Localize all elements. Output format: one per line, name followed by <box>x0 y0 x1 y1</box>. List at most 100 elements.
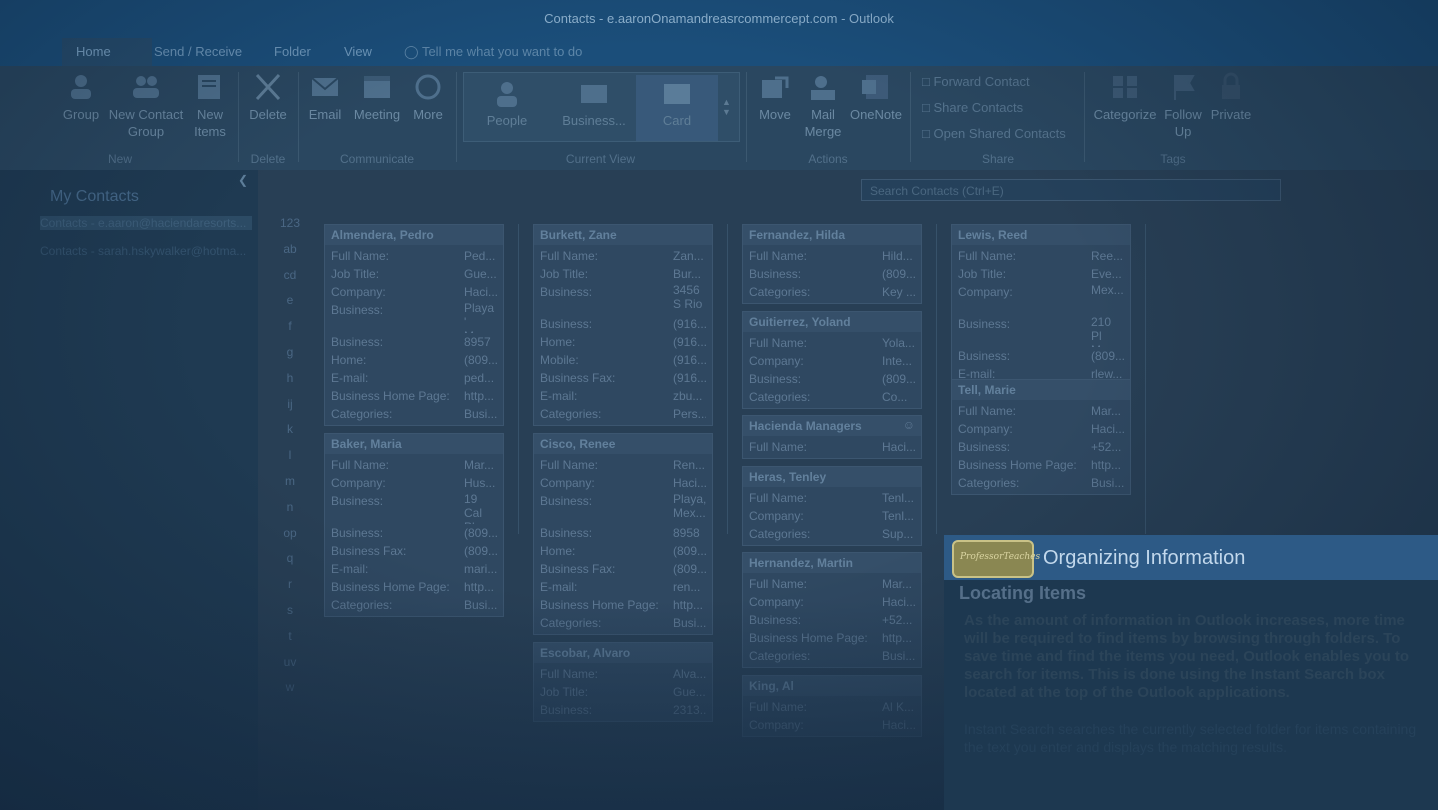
field-value: Gue... <box>464 267 497 281</box>
group-label-share: Share <box>981 152 1015 166</box>
alpha-index-item[interactable]: r <box>280 577 300 591</box>
contact-card[interactable]: Fernandez, Hilda Full Name: Hild... Busines… <box>742 224 922 304</box>
view-people[interactable]: People <box>472 79 542 128</box>
mail-merge-button[interactable]: Mail Merge <box>800 72 846 140</box>
categorize-button[interactable]: Categorize <box>1092 72 1158 123</box>
private-button[interactable]: Private <box>1208 72 1254 123</box>
alpha-index-item[interactable]: l <box>280 448 300 462</box>
contact-card-name[interactable]: Hacienda Managers <box>743 416 921 436</box>
contact-field-row: Company: Tenl... <box>749 507 915 525</box>
field-value: (809... <box>882 267 915 281</box>
contact-card-name[interactable]: Cisco, Renee <box>534 434 712 454</box>
contact-card[interactable]: Heras, Tenley Full Name: Tenl... Company: Te… <box>742 466 922 546</box>
new-contact-group-button[interactable]: New Contact Group <box>106 72 186 140</box>
field-label: Categories: <box>749 649 811 663</box>
move-button[interactable]: Move <box>752 72 798 123</box>
contact-card[interactable]: King, Al Full Name: Al K... Company: Haci... <box>742 675 922 737</box>
share-contacts-button[interactable]: □ Share Contacts <box>922 100 1023 115</box>
field-label: Company: <box>958 285 1013 299</box>
alpha-index-item[interactable]: q <box>280 551 300 565</box>
contact-card-name[interactable]: Hernandez, Martin <box>743 553 921 573</box>
alpha-index-item[interactable]: t <box>280 629 300 643</box>
contact-card-name[interactable]: Lewis, Reed <box>952 225 1130 245</box>
view-business-card[interactable]: Business... <box>554 79 634 128</box>
contact-card-name[interactable]: Baker, Maria <box>325 434 503 454</box>
contact-card[interactable]: Guitierrez, Yoland Full Name: Yola... Compa… <box>742 311 922 409</box>
contact-card-name[interactable]: Fernandez, Hilda <box>743 225 921 245</box>
tell-me-box[interactable]: ◯ Tell me what you want to do <box>404 38 582 66</box>
alpha-index-item[interactable]: n <box>280 500 300 514</box>
field-label: Categories: <box>749 285 811 299</box>
forward-contact-button[interactable]: □ Forward Contact <box>922 74 1030 89</box>
view-business-label: Business... <box>562 113 626 128</box>
contact-card[interactable]: Hernandez, Martin Full Name: Mar... Company… <box>742 552 922 668</box>
contact-card[interactable]: ☺ Hacienda Managers Full Name: Haci... <box>742 415 922 459</box>
field-label: Full Name: <box>540 667 599 681</box>
search-input[interactable]: Search Contacts (Ctrl+E) <box>861 179 1281 201</box>
tab-send-receive[interactable]: Send / Receive <box>140 38 256 66</box>
alpha-index-item[interactable]: e <box>280 293 300 307</box>
contacts-folder-secondary[interactable]: Contacts - sarah.hskywalker@hotma... <box>40 244 252 258</box>
tab-folder[interactable]: Folder <box>260 38 325 66</box>
alpha-index-item[interactable]: g <box>280 345 300 359</box>
contact-card[interactable]: Escobar, Alvaro Full Name: Alva... Job Titl… <box>533 642 713 722</box>
alpha-index-item[interactable]: op <box>280 526 300 540</box>
field-value: (916... <box>673 335 706 349</box>
column-divider <box>1145 224 1146 534</box>
alpha-index-item[interactable]: ij <box>280 397 300 411</box>
onenote-button[interactable]: OneNote <box>848 72 904 123</box>
open-shared-contacts-button[interactable]: □ Open Shared Contacts <box>922 126 1066 141</box>
follow-up-button[interactable]: Follow Up <box>1160 72 1206 140</box>
alpha-index-item[interactable]: k <box>280 422 300 436</box>
alpha-index-item[interactable]: 123 <box>280 216 300 230</box>
field-value: Zan... <box>673 249 704 263</box>
new-items-button[interactable]: New Items <box>188 72 232 140</box>
contact-card-name[interactable]: Tell, Marie <box>952 380 1130 400</box>
alpha-index-item[interactable]: h <box>280 371 300 385</box>
email-button[interactable]: Email <box>304 72 346 123</box>
tab-home[interactable]: Home <box>62 38 152 66</box>
new-group-button[interactable]: Group <box>60 72 102 123</box>
contact-card-name[interactable]: Escobar, Alvaro <box>534 643 712 663</box>
contact-card-name[interactable]: Almendera, Pedro <box>325 225 503 245</box>
contact-card[interactable]: Burkett, Zane Full Name: Zan... Job Title: B… <box>533 224 713 426</box>
lock-icon <box>1222 72 1240 99</box>
field-label: Business: <box>331 335 384 349</box>
contact-card[interactable]: Tell, Marie Full Name: Mar... Company: Haci.… <box>951 379 1131 495</box>
delete-button[interactable]: Delete <box>244 72 292 123</box>
contact-field-row: Company: Hus... <box>331 474 497 492</box>
alpha-index-item[interactable]: s <box>280 603 300 617</box>
alpha-index-item[interactable]: m <box>280 474 300 488</box>
gallery-scroll-icon[interactable]: ▲ ▼ <box>722 97 731 117</box>
alpha-index-item[interactable]: w <box>280 680 300 694</box>
contact-card-name[interactable]: Guitierrez, Yoland <box>743 312 921 332</box>
field-label: Job Title: <box>958 267 1007 281</box>
view-card[interactable]: Card <box>636 75 718 141</box>
alpha-index-item[interactable]: cd <box>280 268 300 282</box>
contact-card-name[interactable]: Burkett, Zane <box>534 225 712 245</box>
contact-card-name[interactable]: Heras, Tenley <box>743 467 921 487</box>
alpha-index-item[interactable]: uv <box>280 655 300 669</box>
contact-field-row: Business: 19 Cal Playa ' Mex... <box>331 492 497 524</box>
contact-card[interactable]: Lewis, Reed Full Name: Ree... Job Title: Eve… <box>951 224 1131 386</box>
group-label-actions: Actions <box>808 152 848 166</box>
more-button[interactable]: More <box>408 72 448 123</box>
contact-card[interactable]: Baker, Maria Full Name: Mar... Company: Hus.… <box>324 433 504 617</box>
onenote-label: OneNote <box>849 107 903 122</box>
contact-card-name[interactable]: King, Al <box>743 676 921 696</box>
field-value: http... <box>673 598 704 612</box>
alpha-index-item[interactable]: f <box>280 319 300 333</box>
field-label: Home: <box>540 544 576 558</box>
collapse-pane-icon[interactable]: ❮ <box>238 173 248 187</box>
alpha-index-item[interactable]: ab <box>280 242 300 256</box>
contact-card[interactable]: Almendera, Pedro Full Name: Ped... Job Titl… <box>324 224 504 426</box>
contacts-folder-primary[interactable]: Contacts - e.aaron@haciendaresorts... <box>40 216 252 230</box>
field-label: E-mail: <box>540 389 578 403</box>
field-value: ped... <box>464 371 495 385</box>
onenote-icon <box>862 75 888 99</box>
field-value: Haci... <box>464 285 497 299</box>
field-label: Business Home Page: <box>331 580 450 594</box>
contact-card[interactable]: Cisco, Renee Full Name: Ren... Company: Haci… <box>533 433 713 635</box>
meeting-button[interactable]: Meeting <box>350 72 404 123</box>
tab-view[interactable]: View <box>330 38 386 66</box>
